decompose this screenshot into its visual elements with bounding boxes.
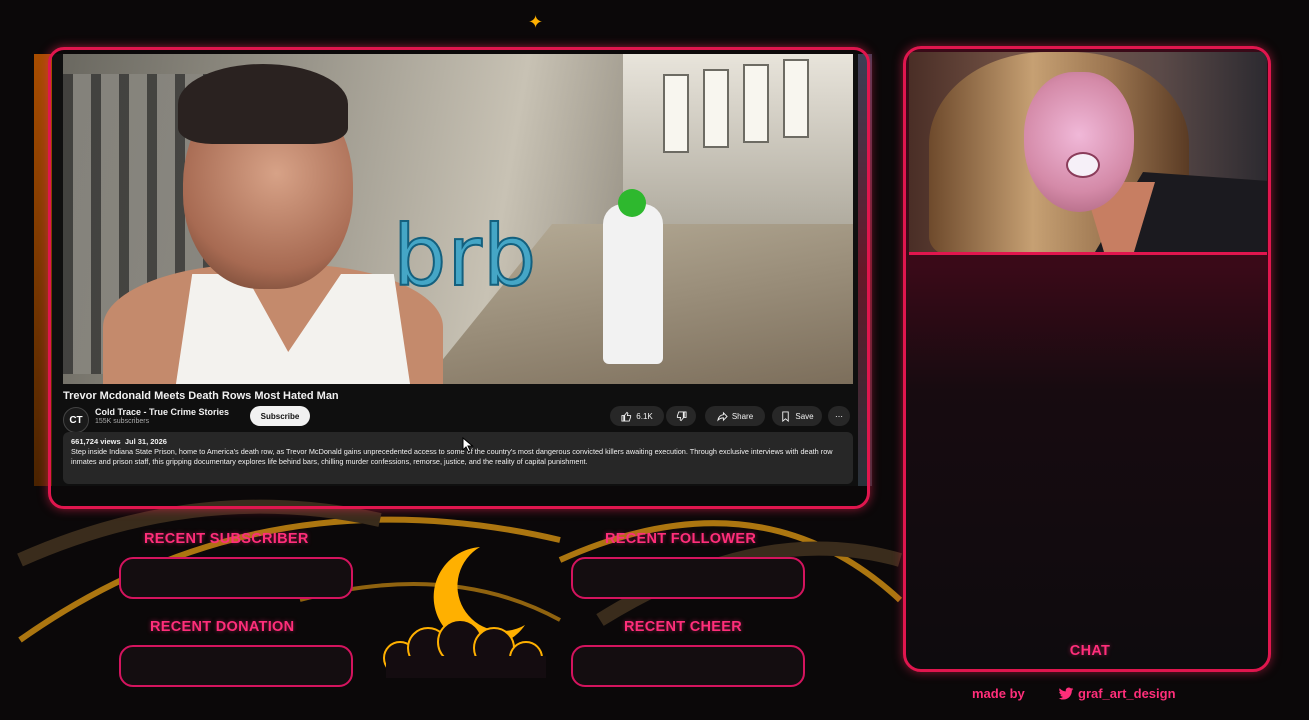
chat-label: CHAT xyxy=(1069,643,1111,659)
recent-donation-label: RECENT DONATION xyxy=(150,619,295,635)
recent-cheer-label: RECENT CHEER xyxy=(624,619,742,635)
made-by-label: made by xyxy=(972,686,1025,701)
recent-follower-label: RECENT FOLLOWER xyxy=(605,531,757,547)
streamer-mouth xyxy=(1066,152,1100,178)
cam-chat-panel: CHAT xyxy=(903,46,1271,672)
recent-subscriber-label: RECENT SUBSCRIBER xyxy=(144,531,309,547)
recent-donation-box xyxy=(119,645,353,687)
credit-handle-text: graf_art_design xyxy=(1078,686,1176,701)
sparkle-icon: ✦ xyxy=(528,12,544,32)
streamer-face xyxy=(1024,72,1134,212)
recent-follower-box xyxy=(571,557,805,599)
twitter-icon xyxy=(1058,687,1074,700)
screen-frame xyxy=(48,47,870,509)
recent-cheer-box xyxy=(571,645,805,687)
cloud-icon xyxy=(383,619,546,678)
webcam xyxy=(909,52,1267,255)
credit-handle: graf_art_design xyxy=(1058,686,1176,701)
recent-subscriber-box xyxy=(119,557,353,599)
